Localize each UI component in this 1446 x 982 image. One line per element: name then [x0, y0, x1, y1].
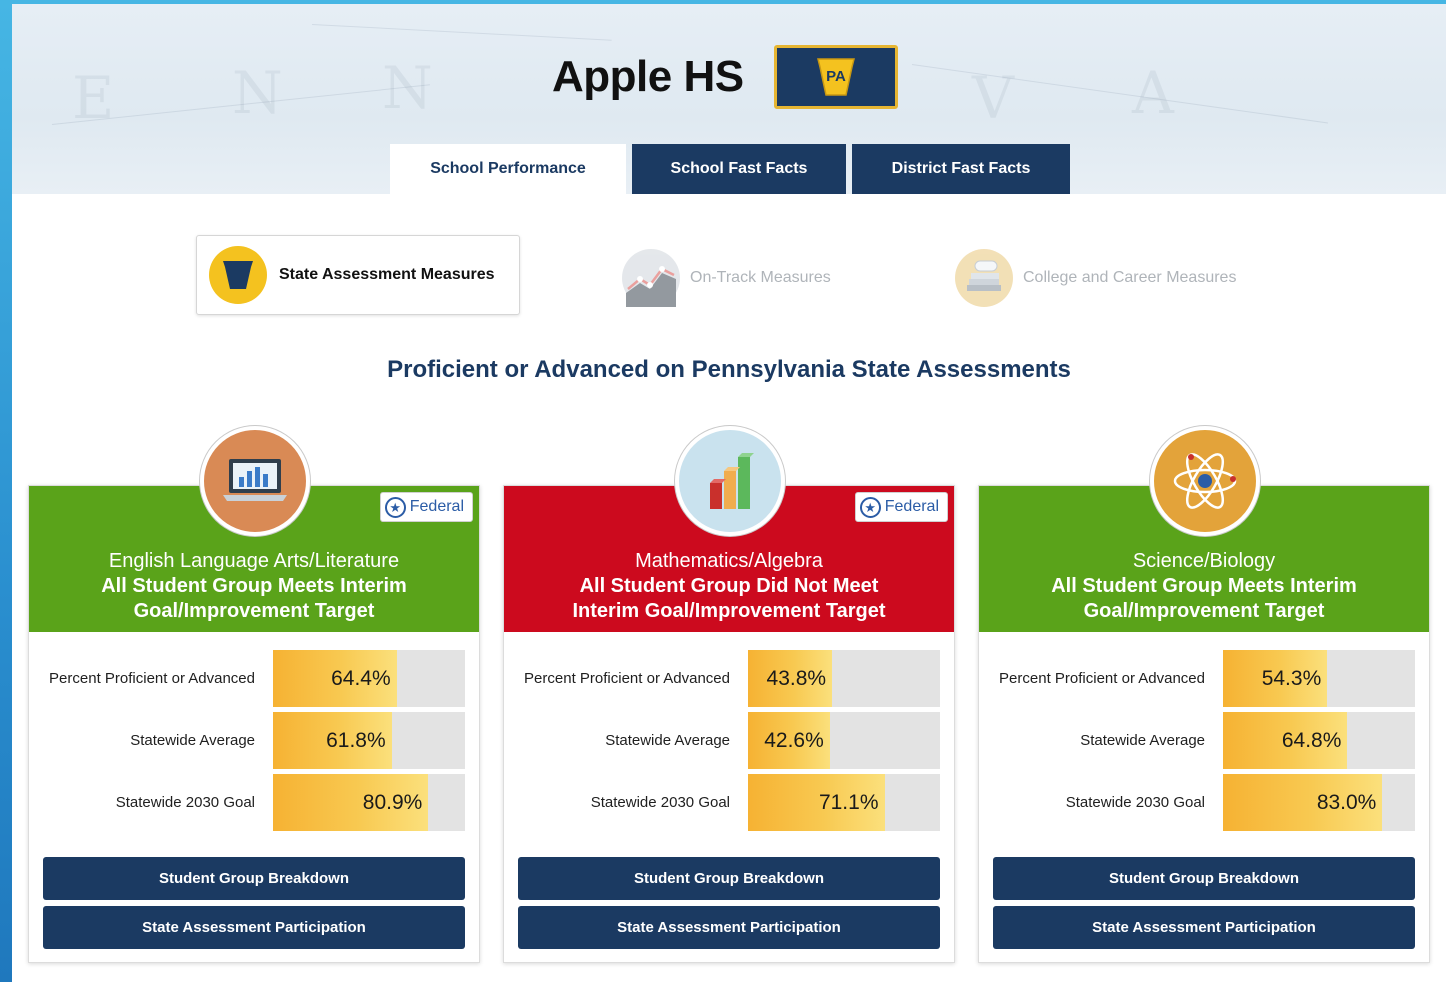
- metric-label: Statewide Average: [1080, 732, 1205, 749]
- metric-label: Statewide 2030 Goal: [1065, 794, 1205, 811]
- metric-bar: 71.1%: [748, 774, 940, 831]
- metric-row: Percent Proficient or Advanced 43.8%: [504, 650, 954, 708]
- state-badge-text: PA: [826, 68, 846, 85]
- pa-keystone-badge: PA: [773, 45, 898, 109]
- keystone-icon: PA: [816, 58, 855, 96]
- measure-on-track[interactable]: On-Track Measures: [622, 249, 831, 307]
- metric-row: Percent Proficient or Advanced 64.4%: [29, 650, 479, 708]
- metric-label: Statewide Average: [605, 732, 730, 749]
- measure-label: State Assessment Measures: [279, 266, 495, 283]
- federal-badge: ★ Federal: [854, 492, 948, 522]
- card-status: All Student Group Meets Interim Goal/Imp…: [1051, 575, 1357, 622]
- tab-school-fast-facts[interactable]: School Fast Facts: [632, 144, 846, 194]
- metric-bar: 83.0%: [1223, 774, 1415, 831]
- metric-label: Percent Proficient or Advanced: [999, 670, 1205, 687]
- card-subject: Mathematics/Algebra: [635, 550, 823, 572]
- metric-row: Statewide 2030 Goal 71.1%: [504, 774, 954, 832]
- student-group-breakdown-button[interactable]: Student Group Breakdown: [993, 857, 1415, 900]
- metric-bar-fill: 71.1%: [748, 774, 885, 831]
- metric-label: Statewide 2030 Goal: [590, 794, 730, 811]
- metric-label: Percent Proficient or Advanced: [49, 670, 255, 687]
- metric-label: Statewide Average: [130, 732, 255, 749]
- metric-bar-fill: 64.4%: [273, 650, 397, 707]
- metric-bar: 64.8%: [1223, 712, 1415, 769]
- metric-value: 43.8%: [766, 666, 827, 690]
- measure-college-career[interactable]: College and Career Measures: [955, 249, 1236, 307]
- metric-bar: 64.4%: [273, 650, 465, 707]
- measure-label: College and Career Measures: [1023, 269, 1237, 286]
- metric-bar: 61.8%: [273, 712, 465, 769]
- metric-bar-fill: 83.0%: [1223, 774, 1383, 831]
- subject-card-ela: ★ Federal English Language Arts/Literatu…: [28, 426, 480, 963]
- metric-bar: 80.9%: [273, 774, 465, 831]
- federal-label: Federal: [409, 498, 464, 515]
- measure-label: On-Track Measures: [690, 269, 831, 286]
- page-frame: E N N V A Apple HS PA School Performance…: [12, 4, 1446, 982]
- metric-bar: 43.8%: [748, 650, 940, 707]
- keystone-icon: [209, 246, 267, 304]
- metric-row: Statewide Average 61.8%: [29, 712, 479, 770]
- federal-badge: ★ Federal: [379, 492, 473, 522]
- metric-bar-fill: 42.6%: [748, 712, 830, 769]
- metric-row: Percent Proficient or Advanced 54.3%: [979, 650, 1429, 708]
- main-tabs: School Performance School Fast Facts Dis…: [390, 144, 1070, 194]
- metric-value: 61.8%: [326, 728, 386, 752]
- star-icon: ★: [384, 496, 406, 518]
- metric-bar-fill: 61.8%: [273, 712, 392, 769]
- metric-bar: 42.6%: [748, 712, 940, 769]
- metric-label: Percent Proficient or Advanced: [524, 670, 730, 687]
- state-assessment-participation-button[interactable]: State Assessment Participation: [43, 906, 465, 949]
- school-title-group: Apple HS PA: [552, 42, 898, 112]
- trend-chart-icon: [622, 249, 680, 307]
- state-assessment-participation-button[interactable]: State Assessment Participation: [993, 906, 1415, 949]
- metric-value: 80.9%: [362, 790, 423, 814]
- measure-state-assessment[interactable]: State Assessment Measures: [196, 235, 520, 315]
- metric-row: Statewide 2030 Goal 83.0%: [979, 774, 1429, 832]
- metric-bar-fill: 54.3%: [1223, 650, 1328, 707]
- bar-chart-blocks-icon: [675, 426, 785, 536]
- metric-value: 83.0%: [1316, 790, 1377, 814]
- metric-label: Statewide 2030 Goal: [115, 794, 255, 811]
- card-status: All Student Group Meets Interim Goal/Imp…: [101, 575, 407, 622]
- map-background-decoration: N: [232, 59, 289, 127]
- diploma-books-icon: [955, 249, 1013, 307]
- metric-bar: 54.3%: [1223, 650, 1415, 707]
- state-assessment-participation-button[interactable]: State Assessment Participation: [518, 906, 940, 949]
- tab-district-fast-facts[interactable]: District Fast Facts: [852, 144, 1070, 194]
- subject-card-science: Science/Biology All Student Group Meets …: [978, 426, 1430, 963]
- subject-card-math: ★ Federal Mathematics/Algebra All Studen…: [503, 426, 955, 963]
- metric-value: 71.1%: [818, 790, 879, 814]
- metric-value: 64.4%: [331, 666, 391, 690]
- page-header: E N N V A Apple HS PA School Performance…: [12, 4, 1446, 194]
- metric-value: 64.8%: [1281, 728, 1342, 752]
- laptop-chart-icon: [200, 426, 310, 536]
- metric-row: Statewide Average 42.6%: [504, 712, 954, 770]
- section-title: Proficient or Advanced on Pennsylvania S…: [387, 356, 1071, 383]
- metric-row: Statewide 2030 Goal 80.9%: [29, 774, 479, 832]
- metric-bar-fill: 64.8%: [1223, 712, 1348, 769]
- student-group-breakdown-button[interactable]: Student Group Breakdown: [518, 857, 940, 900]
- tab-school-performance[interactable]: School Performance: [390, 144, 626, 194]
- metric-bar-fill: 43.8%: [748, 650, 833, 707]
- star-icon: ★: [859, 496, 881, 518]
- federal-label: Federal: [884, 498, 939, 515]
- map-background-decoration: [311, 24, 612, 41]
- metric-bar-fill: 80.9%: [273, 774, 429, 831]
- card-subject: English Language Arts/Literature: [108, 550, 400, 572]
- card-subject: Science/Biology: [1132, 550, 1276, 572]
- metric-value: 42.6%: [764, 728, 824, 752]
- metric-row: Statewide Average 64.8%: [979, 712, 1429, 770]
- atom-icon: [1150, 426, 1260, 536]
- card-status: All Student Group Did Not Meet Interim G…: [572, 575, 886, 622]
- measure-selector: State Assessment Measures On-Track Measu…: [12, 235, 1446, 317]
- school-name: Apple HS: [552, 52, 744, 101]
- map-background-decoration: A: [1132, 59, 1180, 127]
- metric-value: 54.3%: [1261, 666, 1322, 690]
- student-group-breakdown-button[interactable]: Student Group Breakdown: [43, 857, 465, 900]
